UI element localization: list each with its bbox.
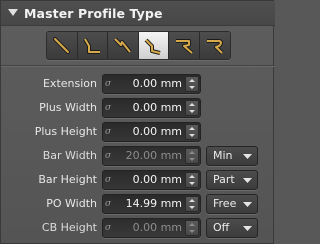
bar-width-label: Bar Width (42, 149, 97, 162)
cb-height-row: CB Height σ 0.00 mm Off (1, 218, 275, 240)
cb-height-label: CB Height (41, 221, 97, 234)
profile-straight-button[interactable] (47, 32, 78, 59)
cb-height-input[interactable]: σ 0.00 mm (102, 218, 201, 238)
bar-height-mode-value: Part (213, 173, 235, 186)
spinner-icon[interactable] (185, 172, 199, 188)
plus-width-value: 0.00 mm (132, 101, 182, 114)
chevron-down-icon (243, 178, 252, 183)
extension-input[interactable]: σ 0.00 mm (102, 74, 201, 94)
profile-curl-icon (206, 38, 224, 54)
formula-icon[interactable]: σ (105, 197, 116, 212)
chevron-down-icon (243, 202, 252, 207)
formula-icon[interactable]: σ (105, 125, 116, 140)
profile-straight-icon (52, 36, 70, 54)
spinner-icon[interactable] (185, 76, 199, 92)
profile-step-icon (83, 37, 101, 54)
profile-hook-button[interactable] (169, 32, 200, 59)
po-width-value: 14.99 mm (125, 197, 182, 210)
panel-header[interactable]: Master Profile Type (1, 1, 275, 26)
chevron-down-icon (243, 226, 252, 231)
cb-height-mode-select[interactable]: Off (206, 218, 258, 238)
plus-height-row: Plus Height σ 0.00 mm (1, 122, 275, 144)
triangle-down-icon[interactable] (8, 8, 18, 18)
profile-bevel-icon (144, 38, 161, 55)
bar-width-mode-select[interactable]: Min (206, 146, 258, 166)
panel-title: Master Profile Type (24, 5, 163, 21)
spinner-icon[interactable] (185, 220, 199, 236)
bar-height-label: Bar Height (38, 173, 97, 186)
profile-curl-button[interactable] (199, 32, 230, 59)
profile-notch-icon (113, 37, 132, 53)
po-width-row: PO Width σ 14.99 mm Free (1, 194, 275, 216)
po-width-input[interactable]: σ 14.99 mm (102, 194, 201, 214)
spinner-icon[interactable] (185, 148, 199, 164)
bar-height-row: Bar Height σ 0.00 mm Part (1, 170, 275, 192)
spinner-icon[interactable] (185, 124, 199, 140)
master-profile-panel: Master Profile Type Extension σ 0.00 mm … (0, 0, 275, 244)
formula-icon[interactable]: σ (105, 149, 116, 164)
section-divider (1, 65, 275, 66)
bar-height-mode-select[interactable]: Part (206, 170, 258, 190)
spinner-icon[interactable] (185, 100, 199, 116)
plus-width-label: Plus Width (39, 101, 97, 114)
po-width-mode-value: Free (213, 197, 237, 210)
profile-hook-icon (175, 38, 194, 55)
po-width-label: PO Width (46, 197, 97, 210)
cb-height-value: 0.00 mm (132, 221, 182, 234)
plus-width-input[interactable]: σ 0.00 mm (102, 98, 201, 118)
extension-row: Extension σ 0.00 mm (1, 74, 275, 96)
bar-height-value: 0.00 mm (132, 173, 182, 186)
bar-width-row: Bar Width σ 20.00 mm Min (1, 146, 275, 168)
bar-width-input[interactable]: σ 20.00 mm (102, 146, 201, 166)
profile-step-button[interactable] (77, 32, 108, 59)
plus-height-label: Plus Height (34, 125, 97, 138)
profile-bevel-button[interactable] (138, 32, 169, 59)
profile-notch-button[interactable] (108, 32, 139, 59)
cb-height-mode-value: Off (213, 221, 230, 234)
bar-height-input[interactable]: σ 0.00 mm (102, 170, 201, 190)
plus-height-value: 0.00 mm (132, 125, 182, 138)
formula-icon[interactable]: σ (105, 221, 116, 236)
formula-icon[interactable]: σ (105, 77, 116, 92)
plus-height-input[interactable]: σ 0.00 mm (102, 122, 201, 142)
bar-width-value: 20.00 mm (125, 149, 182, 162)
plus-width-row: Plus Width σ 0.00 mm (1, 98, 275, 120)
profile-type-toolbar (46, 31, 231, 60)
spinner-icon[interactable] (185, 196, 199, 212)
extension-value: 0.00 mm (132, 77, 182, 90)
bar-width-mode-value: Min (213, 149, 233, 162)
chevron-down-icon (243, 154, 252, 159)
extension-label: Extension (42, 77, 97, 90)
formula-icon[interactable]: σ (105, 173, 116, 188)
po-width-mode-select[interactable]: Free (206, 194, 258, 214)
formula-icon[interactable]: σ (105, 101, 116, 116)
